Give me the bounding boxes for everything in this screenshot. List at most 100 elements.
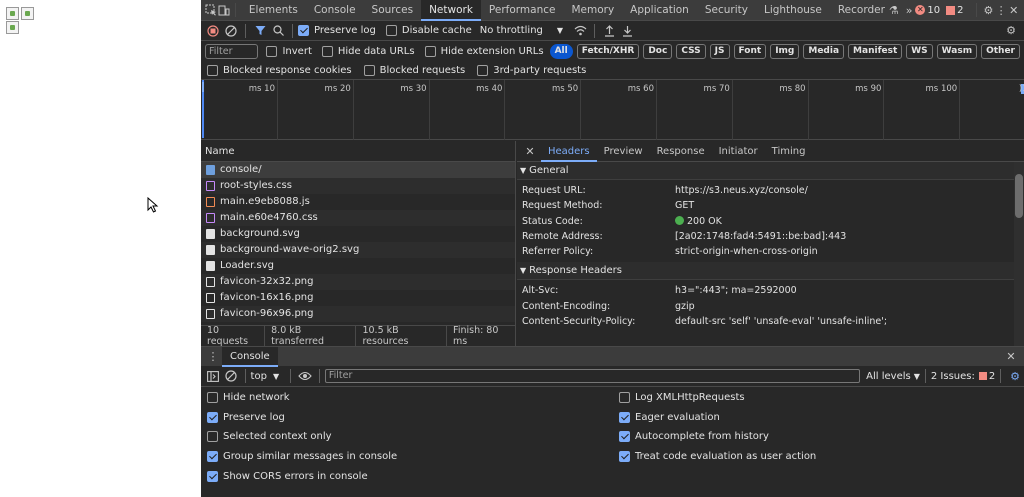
request-row[interactable]: Loader.svg (201, 258, 515, 274)
request-row[interactable]: background.svg (201, 226, 515, 242)
tab-response[interactable]: Response (650, 141, 712, 162)
issues-badge[interactable]: 2 (946, 5, 963, 16)
timeline-tick-label: 20 ms (324, 84, 351, 94)
request-row[interactable]: main.e9eb8088.js (201, 194, 515, 210)
invert-checkbox[interactable]: Invert (266, 45, 312, 57)
filter-chip-media[interactable]: Media (803, 43, 845, 59)
preserve-log-checkbox[interactable]: Preserve log (298, 25, 376, 36)
tab-lighthouse[interactable]: Lighthouse (756, 0, 830, 21)
filter-chip-fetch-xhr[interactable]: Fetch/XHR (576, 43, 640, 59)
tab-elements[interactable]: Elements (241, 0, 306, 21)
setting-log-xmlhttprequests[interactable]: Log XMLHttpRequests (619, 392, 745, 403)
setting-selected-context-only[interactable]: Selected context only (207, 431, 332, 443)
tab-headers[interactable]: Headers (541, 141, 597, 162)
record-stop-icon[interactable] (204, 22, 222, 40)
filter-chip-manifest[interactable]: Manifest (848, 43, 903, 59)
clear-icon[interactable] (222, 22, 240, 40)
request-row[interactable]: favicon-96x96.png (201, 306, 515, 322)
log-levels-select[interactable]: All levels ▼ (866, 371, 920, 382)
tab-console-drawer[interactable]: Console (222, 346, 278, 367)
error-badge[interactable]: ✕ 10 (915, 5, 940, 16)
filter-chip-doc[interactable]: Doc (643, 43, 673, 59)
third-party-requests-checkbox[interactable]: 3rd-party requests (477, 64, 586, 76)
tab-network[interactable]: Network (421, 0, 481, 21)
general-section-header[interactable]: ▼ General (517, 162, 1024, 180)
details-scrollbar[interactable] (1014, 162, 1024, 346)
clear-console-icon[interactable] (222, 367, 240, 385)
network-filter-input[interactable]: Filter (205, 43, 259, 59)
request-row[interactable]: root-styles.css (201, 178, 515, 194)
request-row[interactable]: favicon-16x16.png (201, 290, 515, 306)
tab-sources[interactable]: Sources (364, 0, 422, 21)
issues-label: 2 Issues: (930, 370, 975, 382)
tab-memory[interactable]: Memory (563, 0, 622, 21)
network-overview-timeline[interactable]: 10 ms 20 ms 30 ms 40 ms 50 ms 60 ms 70 ms 80 ms… (201, 80, 1024, 140)
search-icon[interactable] (269, 22, 287, 40)
filter-chip-other[interactable]: Other (981, 43, 1020, 59)
request-row[interactable]: background-wave-orig2.svg (201, 242, 515, 258)
request-row[interactable]: favicon-32x32.png (201, 274, 515, 290)
inspect-element-icon[interactable] (205, 1, 218, 19)
setting-autocomplete-from-history[interactable]: Autocomplete from history (619, 431, 769, 443)
filter-chip-css[interactable]: CSS (676, 43, 706, 59)
filter-chip-img[interactable]: Img (770, 43, 800, 59)
filter-chip-wasm[interactable]: Wasm (936, 43, 978, 59)
hide-extension-urls-checkbox[interactable]: Hide extension URLs (424, 45, 544, 57)
throttling-select[interactable]: No throttling ▼ (480, 25, 563, 36)
filter-chip-all[interactable]: All (549, 43, 573, 59)
tab-preview[interactable]: Preview (597, 141, 650, 162)
sidebar-toggle-icon[interactable] (204, 367, 222, 385)
doc-file-icon (206, 165, 215, 175)
checkbox-icon (207, 64, 218, 76)
console-settings-gear-icon[interactable]: ⚙ (1006, 367, 1024, 385)
hide-data-urls-checkbox[interactable]: Hide data URLs (321, 45, 415, 57)
setting-treat-code-evaluation-as-user-action[interactable]: Treat code evaluation as user action (619, 451, 816, 463)
more-options-icon[interactable]: ⋮ (995, 1, 1008, 19)
tab-recorder[interactable]: Recorder (830, 0, 893, 21)
export-har-icon[interactable] (618, 22, 636, 40)
scrollbar-thumb[interactable] (1015, 174, 1023, 218)
setting-show-cors-errors-in-console[interactable]: Show CORS errors in console (207, 470, 368, 482)
console-filter-input[interactable]: Filter (324, 369, 861, 383)
disable-cache-checkbox[interactable]: Disable cache (385, 25, 472, 36)
import-har-icon[interactable] (600, 22, 618, 40)
filter-funnel-icon[interactable] (251, 22, 269, 40)
filter-chip-ws[interactable]: WS (906, 43, 933, 59)
live-expression-eye-icon[interactable] (296, 367, 314, 385)
setting-group-similar-messages-in-console[interactable]: Group similar messages in console (207, 451, 397, 463)
timeline-tick-label: 60 ms (627, 84, 654, 94)
response-headers-section-header[interactable]: ▼ Response Headers (517, 262, 1024, 281)
issues-link[interactable]: 2 Issues: 2 (931, 371, 995, 382)
network-conditions-icon[interactable] (571, 22, 589, 40)
settings-gear-icon[interactable]: ⚙ (982, 1, 995, 19)
tab-timing[interactable]: Timing (765, 141, 813, 162)
tab-performance[interactable]: Performance (481, 0, 564, 21)
request-row[interactable]: main.e60e4760.css (201, 210, 515, 226)
device-toolbar-icon[interactable] (218, 1, 231, 19)
context-selector[interactable]: top ▼ (251, 371, 280, 382)
filter-chip-js[interactable]: JS (709, 43, 730, 59)
checkbox-icon (321, 45, 333, 57)
tab-security[interactable]: Security (697, 0, 756, 21)
name-column-header[interactable]: Name (201, 141, 515, 162)
header-name: Content-Encoding: (522, 300, 611, 312)
blocked-response-cookies-checkbox[interactable]: Blocked response cookies (207, 64, 352, 76)
setting-eager-evaluation[interactable]: Eager evaluation (619, 411, 720, 423)
tab-initiator[interactable]: Initiator (712, 141, 765, 162)
filter-chip-font[interactable]: Font (733, 43, 767, 59)
more-tabs-icon[interactable]: » (903, 1, 916, 19)
timeline-gridline (504, 80, 506, 140)
blocked-requests-checkbox[interactable]: Blocked requests (363, 64, 465, 76)
general-title: General (529, 165, 569, 176)
drawer-menu-icon[interactable]: ⋮ (204, 348, 222, 366)
tab-application[interactable]: Application (622, 0, 697, 21)
tab-console[interactable]: Console (306, 0, 364, 21)
close-drawer-icon[interactable]: ✕ (1002, 348, 1020, 366)
close-devtools-icon[interactable]: ✕ (1007, 1, 1020, 19)
setting-preserve-log[interactable]: Preserve log (207, 411, 285, 423)
network-settings-gear-icon[interactable]: ⚙ (1002, 22, 1020, 40)
setting-hide-network[interactable]: Hide network (207, 392, 290, 403)
request-row[interactable]: console/ (201, 162, 515, 178)
close-details-icon[interactable]: ✕ (521, 142, 539, 160)
header-value: GET (675, 200, 695, 212)
